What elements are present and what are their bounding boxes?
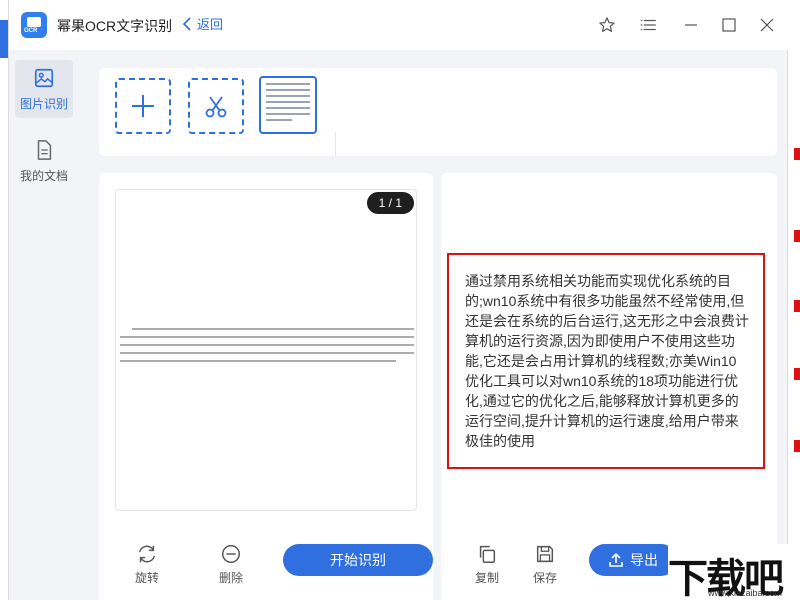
copy-button[interactable]: 复制	[475, 543, 499, 586]
rotate-label: 旋转	[135, 571, 160, 585]
page-indicator: 1 / 1	[366, 192, 414, 214]
back-button-label: 返回	[197, 17, 224, 32]
back-button[interactable]: 返回	[181, 14, 223, 33]
result-panel: 通过禁用系统相关功能而实现优化系统的目的;wn10系统中有很多功能虽然不经常使用…	[441, 173, 777, 600]
delete-label: 删除	[219, 571, 244, 585]
scissors-icon	[205, 96, 227, 118]
close-icon	[760, 18, 774, 32]
image-thumbnail[interactable]	[259, 76, 317, 134]
rotate-icon	[138, 545, 156, 563]
image-preview: 1 / 1	[115, 189, 417, 511]
add-image-button[interactable]	[115, 78, 171, 134]
save-label: 保存	[533, 571, 558, 585]
document-icon	[37, 139, 52, 160]
upload-icon	[609, 552, 623, 567]
title-bar: OCR 幂果OCR文字识别 返回	[9, 0, 789, 50]
recognition-result-highlight: 通过禁用系统相关功能而实现优化系统的目的;wn10系统中有很多功能虽然不经常使用…	[447, 253, 765, 469]
star-icon	[599, 17, 615, 32]
favorite-button[interactable]	[595, 13, 619, 37]
background-red-mark	[794, 148, 800, 160]
background-window-fragment	[0, 20, 8, 58]
start-recognition-label: 开始识别	[330, 552, 386, 568]
copy-icon	[479, 545, 496, 563]
background-desktop-right	[788, 0, 800, 600]
export-label: 导出	[630, 552, 658, 568]
toolbar-divider	[335, 132, 336, 156]
app-window: OCR 幂果OCR文字识别 返回 图片识别 我的文档 1 / 1 旋转 删除 开…	[8, 0, 789, 600]
sidebar-item-label: 图片识别	[19, 96, 68, 111]
watermark: 下载吧 www.xiazaiba.com	[668, 544, 800, 600]
background-red-mark	[794, 300, 800, 312]
sidebar: 图片识别 我的文档	[9, 50, 79, 600]
maximize-icon	[722, 18, 736, 32]
chevron-left-icon	[182, 16, 191, 31]
minus-circle-icon	[222, 545, 240, 563]
recognition-result-text[interactable]: 通过禁用系统相关功能而实现优化系统的目的;wn10系统中有很多功能虽然不经常使用…	[465, 271, 749, 451]
save-button[interactable]: 保存	[533, 543, 557, 586]
image-icon	[34, 68, 54, 87]
watermark-url: www.xiazaiba.com	[708, 588, 783, 598]
menu-button[interactable]	[637, 13, 661, 37]
rotate-button[interactable]: 旋转	[135, 543, 159, 586]
image-toolbar	[99, 68, 777, 156]
export-button[interactable]: 导出	[589, 544, 677, 576]
sidebar-item-label: 我的文档	[19, 168, 68, 183]
background-desktop-left	[0, 0, 8, 600]
background-red-mark	[794, 368, 800, 380]
close-button[interactable]	[755, 13, 779, 37]
background-red-mark	[794, 230, 800, 242]
background-red-mark	[794, 440, 800, 452]
sidebar-item-my-documents[interactable]: 我的文档	[15, 132, 73, 190]
menu-icon	[640, 19, 656, 31]
screenshot-button[interactable]	[188, 78, 244, 134]
sidebar-item-image-recognition[interactable]: 图片识别	[15, 60, 73, 118]
minimize-button[interactable]	[679, 13, 703, 37]
app-logo-icon: OCR	[21, 12, 47, 38]
app-title: 幂果OCR文字识别	[57, 18, 173, 34]
minimize-icon	[685, 24, 697, 26]
copy-label: 复制	[475, 571, 500, 585]
start-recognition-button[interactable]: 开始识别	[283, 544, 433, 576]
image-preview-panel: 1 / 1 旋转 删除 开始识别	[99, 173, 433, 600]
scanned-image-content	[120, 328, 414, 368]
delete-button[interactable]: 删除	[219, 543, 243, 586]
maximize-button[interactable]	[717, 13, 741, 37]
save-icon	[536, 545, 554, 563]
plus-icon	[132, 95, 154, 117]
